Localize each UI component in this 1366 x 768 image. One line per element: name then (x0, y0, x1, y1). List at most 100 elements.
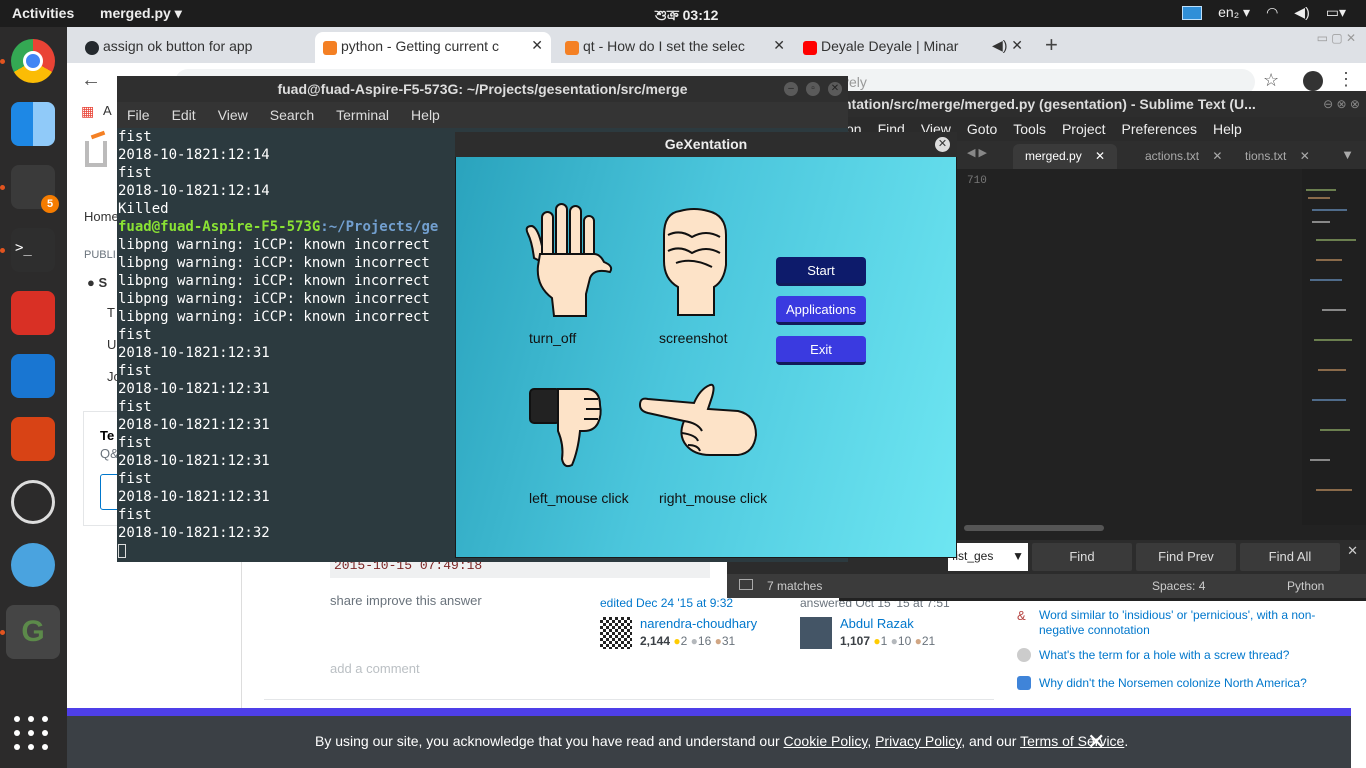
close-tab-icon[interactable]: ✕ (773, 37, 785, 54)
volume-icon[interactable]: ◀) (1294, 4, 1309, 21)
activities-button[interactable]: Activities (12, 5, 74, 21)
close-tab-icon[interactable]: ✕ (531, 37, 543, 54)
edited-link[interactable]: edited Dec 24 '15 at 9:32 (600, 596, 733, 610)
close-icon[interactable]: ✕ (1212, 149, 1222, 163)
nav-tags[interactable]: T (107, 305, 115, 320)
dock-pdf[interactable] (6, 286, 60, 340)
menu-item[interactable]: Search (270, 107, 314, 128)
system-tray[interactable]: en₂ ▾ ◠ ◀) ▭▾ (1182, 4, 1346, 21)
close-icon[interactable]: ✕ (1347, 543, 1358, 559)
system-top-bar: Activities merged.py ▾ শুক্র 03:12 en₂ ▾… (0, 0, 1366, 27)
sublime-tab-merged[interactable]: merged.py ✕ (1013, 144, 1118, 169)
menu-item[interactable]: Tools (1013, 121, 1046, 141)
menu-item[interactable]: Terminal (336, 107, 389, 128)
apps-icon[interactable]: ▦ (81, 103, 94, 120)
stackoverflow-logo[interactable] (85, 141, 107, 167)
dock-finder[interactable] (6, 97, 60, 151)
language-indicator[interactable]: en₂ ▾ (1218, 4, 1250, 21)
tab-github[interactable]: assign ok button for app (77, 32, 313, 63)
tab-nav-arrows[interactable]: ◀ ▶ (967, 146, 987, 159)
chevron-down-icon[interactable]: ▼ (1012, 549, 1024, 563)
tab-python-question[interactable]: python - Getting current c ✕ (315, 32, 551, 63)
tab-dropdown-icon[interactable]: ▼ (1341, 147, 1354, 162)
add-comment-link[interactable]: add a comment (330, 661, 420, 676)
dock-writer[interactable] (6, 349, 60, 403)
applications-button[interactable]: Applications (776, 296, 866, 325)
dock-impress[interactable] (6, 412, 60, 466)
avatar[interactable] (800, 617, 832, 649)
share-improve-links[interactable]: share improve this answer (330, 593, 482, 608)
history-site-icon (1017, 676, 1031, 690)
horizontal-scrollbar[interactable] (964, 525, 1104, 531)
profile-avatar[interactable] (1303, 71, 1323, 91)
nav-home[interactable]: Home (84, 209, 119, 224)
hot-question[interactable]: Why didn't the Norsemen colonize North A… (1017, 676, 1319, 691)
sublime-tab-other[interactable]: tions.txt ✕ (1233, 144, 1322, 169)
dock-wireshark[interactable] (6, 538, 60, 592)
avatar[interactable] (600, 617, 632, 649)
tab-label: python - Getting current c (341, 38, 499, 54)
cookie-policy-link[interactable]: Cookie Policy (784, 733, 868, 749)
close-icon[interactable]: ✕ (1095, 149, 1105, 163)
nav-stackoverflow[interactable]: ● S (87, 275, 107, 290)
find-input[interactable]: fist_ges ▼ (948, 543, 1028, 571)
terms-link[interactable]: Terms of Service (1020, 733, 1124, 749)
user-name[interactable]: narendra-choudhary (640, 616, 757, 631)
dock-gexentation[interactable]: G (0, 605, 60, 659)
window-controls[interactable]: ▭ ▢ ✕ (1317, 31, 1356, 45)
gesture-label-turn-off: turn_off (529, 330, 577, 346)
indentation-status[interactable]: Spaces: 4 (1152, 579, 1205, 593)
back-icon[interactable]: ← (81, 69, 101, 92)
dock-network[interactable] (6, 475, 60, 529)
menu-item[interactable]: Edit (172, 107, 196, 128)
privacy-policy-link[interactable]: Privacy Policy (875, 733, 961, 749)
wifi-icon[interactable]: ◠ (1266, 4, 1278, 21)
hot-question[interactable]: & Word similar to 'insidious' or 'pernic… (1017, 608, 1319, 638)
menu-icon[interactable]: ⋮ (1337, 69, 1355, 90)
dock-terminal[interactable]: >_ (0, 223, 60, 277)
find-prev-button[interactable]: Find Prev (1136, 543, 1236, 571)
find-all-button[interactable]: Find All (1240, 543, 1340, 571)
close-icon[interactable]: ✕ (935, 137, 950, 152)
window-controls[interactable]: ⊖ ⊗ ⊗ (1323, 97, 1360, 111)
teams-title: Te (100, 428, 115, 443)
menu-item[interactable]: Project (1062, 121, 1106, 141)
dock-sublime[interactable]: 5 (0, 160, 60, 214)
sublime-editor[interactable]: 710 (957, 169, 1302, 525)
tab-qt-question[interactable]: qt - How do I set the selec ✕ (557, 32, 793, 63)
sublime-tab-actions[interactable]: merged.pyactions.txt ✕ (1133, 144, 1234, 169)
dock-chrome[interactable] (0, 34, 60, 88)
gexentation-window: GeXentation ✕ turn_off screenshot left_m… (455, 132, 957, 558)
close-icon[interactable]: ✕ (1087, 729, 1105, 755)
start-button[interactable]: Start (776, 257, 866, 286)
minimap[interactable] (1302, 169, 1366, 525)
close-tab-icon[interactable]: ◀) ✕ (991, 37, 1023, 54)
show-applications-icon[interactable] (14, 716, 50, 752)
find-button[interactable]: Find (1032, 543, 1132, 571)
minimize-icon[interactable]: – (784, 82, 798, 96)
syntax-status[interactable]: Python (1287, 579, 1324, 593)
menu-item[interactable]: Goto (967, 121, 997, 141)
exit-button[interactable]: Exit (776, 336, 866, 365)
close-icon[interactable]: ✕ (1300, 149, 1310, 163)
clock[interactable]: শুক্র 03:12 (655, 4, 718, 28)
hot-question[interactable]: What's the term for a hole with a screw … (1017, 648, 1319, 663)
tab-youtube[interactable]: Deyale Deyale | Minar ◀) ✕ (795, 32, 1031, 63)
menu-item[interactable]: File (127, 107, 150, 128)
battery-icon[interactable]: ▭▾ (1326, 4, 1346, 21)
monitor-icon[interactable] (1182, 5, 1203, 20)
app-menu[interactable]: merged.py ▾ (100, 5, 182, 22)
bookmark-star-icon[interactable]: ☆ (1263, 70, 1279, 91)
new-tab-button[interactable]: + (1045, 32, 1058, 58)
close-icon[interactable]: ✕ (828, 82, 842, 96)
nav-users[interactable]: U (107, 337, 116, 352)
tab-strip: assign ok button for app python - Gettin… (67, 27, 1366, 63)
diy-site-icon (1017, 648, 1031, 662)
menu-item[interactable]: Help (1213, 121, 1242, 141)
menu-item[interactable]: View (218, 107, 248, 128)
panel-icon[interactable] (739, 579, 753, 590)
maximize-icon[interactable]: ▫ (806, 82, 820, 96)
user-name[interactable]: Abdul Razak (840, 616, 935, 631)
menu-item[interactable]: Help (411, 107, 440, 128)
menu-item[interactable]: Preferences (1122, 121, 1197, 141)
